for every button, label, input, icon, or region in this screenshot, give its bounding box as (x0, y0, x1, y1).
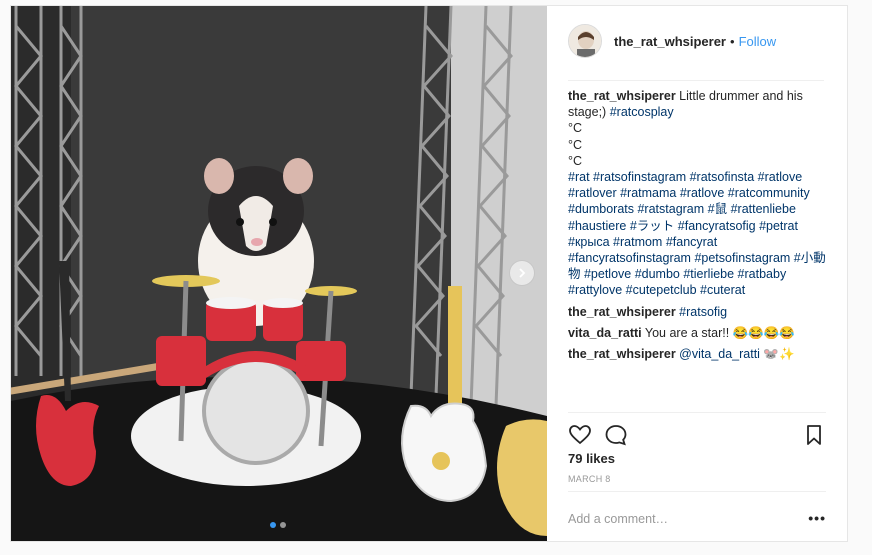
comment-username[interactable]: vita_da_ratti (568, 326, 642, 340)
comment-1: the_rat_whsiperer #ratsofig (568, 304, 830, 320)
more-options-button[interactable]: ••• (808, 510, 826, 526)
comment-text: You are a star!! 😂😂😂😂 (644, 325, 795, 340)
post-photo[interactable] (11, 6, 547, 541)
comment-button[interactable] (604, 423, 628, 447)
caption-first-tag[interactable]: #ratcosplay (610, 105, 674, 119)
likes-count[interactable]: 79 likes (568, 451, 615, 466)
comment-username[interactable]: the_rat_whsiperer (568, 305, 676, 319)
follow-button[interactable]: Follow (739, 34, 777, 49)
comment-2: vita_da_ratti You are a star!! 😂😂😂😂 (568, 325, 830, 341)
comment-text[interactable]: @vita_da_ratti 🐭✨ (679, 347, 794, 361)
save-button[interactable] (802, 423, 826, 447)
heart-icon (569, 425, 591, 445)
comment-3: the_rat_whsiperer @vita_da_ratti 🐭✨ (568, 346, 830, 362)
comment-text[interactable]: #ratsofig (679, 305, 727, 319)
caption-hashtags[interactable]: #rat #ratsofinstagram #ratsofinsta #ratl… (568, 169, 830, 299)
caption-line-3: °C (568, 153, 583, 168)
bookmark-icon (807, 425, 821, 445)
add-comment-input[interactable]: Add a comment… (568, 512, 668, 526)
next-photo-button[interactable] (509, 260, 535, 286)
caption: the_rat_whsiperer Little drummer and his… (568, 88, 830, 299)
header-separator: • (730, 33, 735, 49)
caption-username[interactable]: the_rat_whsiperer (568, 89, 676, 103)
carousel-indicator (270, 522, 286, 528)
caption-line-2: °C (568, 137, 583, 152)
instagram-post: the_rat_whsiperer • Follow the_rat_whsip… (10, 5, 848, 542)
post-sidebar: the_rat_whsiperer • Follow the_rat_whsip… (548, 6, 848, 541)
post-header: the_rat_whsiperer • Follow (568, 22, 824, 81)
chevron-right-icon (519, 268, 526, 278)
rat-drummer-photo (11, 6, 547, 541)
post-date[interactable]: MARCH 8 (568, 474, 611, 484)
avatar[interactable] (568, 24, 602, 58)
carousel-dot-2 (280, 522, 286, 528)
add-comment-bar: Add a comment… ••• (568, 491, 826, 536)
carousel-dot-1 (270, 522, 276, 528)
action-bar (568, 412, 826, 452)
avatar-image (569, 25, 601, 57)
comment-username[interactable]: the_rat_whsiperer (568, 347, 676, 361)
like-button[interactable] (568, 423, 592, 447)
comment-icon (605, 425, 627, 446)
caption-line-1: °C (568, 121, 583, 136)
comments-list: the_rat_whsiperer Little drummer and his… (568, 88, 830, 367)
header-username[interactable]: the_rat_whsiperer (614, 34, 726, 49)
